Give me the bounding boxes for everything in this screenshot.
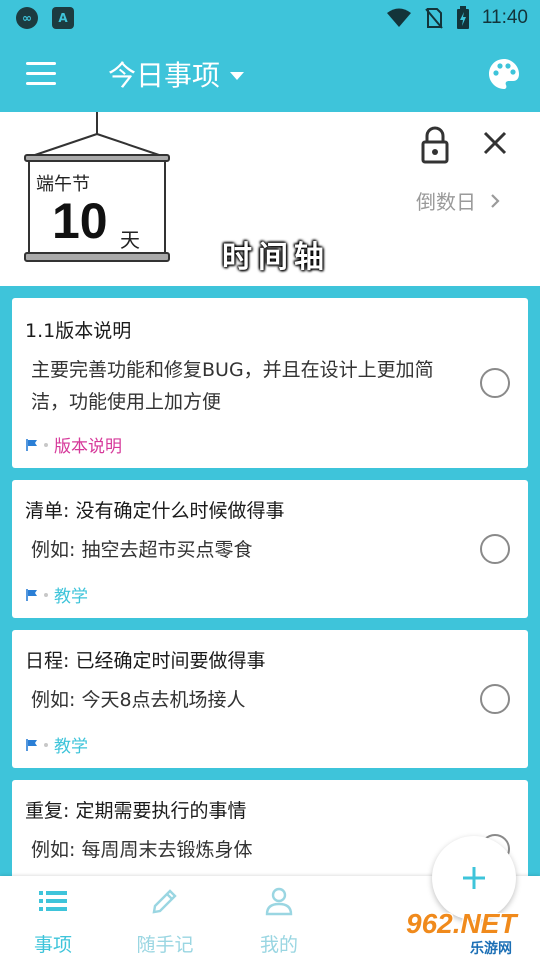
- flag-icon: [26, 438, 37, 451]
- person-icon: [265, 887, 293, 916]
- separator-dot: [44, 592, 48, 597]
- task-description: 例如: 每周周末去锻炼身体: [31, 839, 253, 861]
- task-title: 清单: 没有确定什么时候做得事: [25, 500, 285, 522]
- battery-charging-icon: [456, 6, 469, 29]
- close-icon[interactable]: [478, 126, 512, 160]
- hanging-string-icon: [31, 112, 163, 157]
- nav-label: 随手记: [136, 934, 194, 956]
- task-title: 重复: 定期需要执行的事情: [25, 800, 247, 822]
- text-app-icon: A: [52, 7, 74, 29]
- task-card[interactable]: 日程: 已经确定时间要做得事 例如: 今天8点去机场接人 教学: [12, 630, 528, 768]
- view-selector[interactable]: 今日事项: [108, 54, 245, 94]
- task-tag[interactable]: 版本说明: [26, 432, 122, 457]
- scroll-rod-top: [24, 154, 170, 162]
- watermark-logo: 962.NET 乐游网: [400, 908, 534, 957]
- task-complete-checkbox[interactable]: [480, 534, 510, 564]
- menu-button[interactable]: [26, 62, 58, 86]
- pencil-icon: [152, 889, 177, 914]
- separator-dot: [44, 442, 48, 447]
- countdown-header: 端午节 10 天 倒数日 时间轴: [0, 112, 540, 286]
- no-sim-icon: [425, 8, 443, 29]
- task-description: 例如: 抽空去超市买点零食: [31, 539, 253, 561]
- separator-dot: [44, 742, 48, 747]
- task-tag[interactable]: 教学: [26, 732, 88, 757]
- cast-icon: ∞: [16, 7, 38, 29]
- watermark-subtext: 乐游网: [470, 941, 512, 957]
- nav-tab-notes[interactable]: 随手记: [120, 886, 210, 956]
- task-card[interactable]: 1.1版本说明 主要完善功能和修复BUG，并且在设计上更加简洁，功能使用上加方便…: [12, 298, 528, 468]
- task-complete-checkbox[interactable]: [480, 368, 510, 398]
- list-icon: [39, 891, 67, 911]
- task-tag-label: 教学: [54, 587, 88, 607]
- countdown-scroll[interactable]: 端午节 10 天: [24, 112, 170, 262]
- app-bar: 今日事项: [0, 36, 540, 112]
- days-unit: 天: [120, 228, 140, 252]
- task-list[interactable]: 1.1版本说明 主要完善功能和修复BUG，并且在设计上更加简洁，功能使用上加方便…: [0, 286, 540, 876]
- days-remaining: 10: [52, 193, 108, 249]
- clock: 11:40: [481, 7, 528, 28]
- task-title: 1.1版本说明: [25, 320, 132, 342]
- countdown-link-label: 倒数日: [416, 190, 476, 214]
- timeline-label[interactable]: 时间轴: [222, 232, 330, 276]
- scroll-rod-bottom: [24, 252, 170, 262]
- palette-icon[interactable]: [486, 56, 522, 92]
- task-description: 主要完善功能和修复BUG，并且在设计上更加简洁，功能使用上加方便: [31, 359, 434, 413]
- nav-tab-tasks[interactable]: 事项: [8, 886, 98, 956]
- countdown-days-link[interactable]: 倒数日: [416, 186, 500, 215]
- task-complete-checkbox[interactable]: [480, 684, 510, 714]
- nav-label: 事项: [33, 934, 72, 956]
- lock-icon[interactable]: [418, 126, 452, 164]
- task-tag-label: 教学: [54, 737, 88, 757]
- task-description: 例如: 今天8点去机场接人: [31, 689, 246, 711]
- flag-icon: [26, 738, 37, 751]
- nav-label: 我的: [259, 934, 298, 956]
- task-card[interactable]: 清单: 没有确定什么时候做得事 例如: 抽空去超市买点零食 教学: [12, 480, 528, 618]
- task-title: 日程: 已经确定时间要做得事: [25, 650, 266, 672]
- status-bar: ∞ A 11:40: [0, 0, 540, 36]
- nav-tab-profile[interactable]: 我的: [234, 886, 324, 956]
- task-tag-label: 版本说明: [54, 437, 122, 457]
- page-title: 今日事项: [108, 59, 221, 92]
- task-tag[interactable]: 教学: [26, 582, 88, 607]
- flag-icon: [26, 588, 37, 601]
- plus-icon: [463, 867, 485, 889]
- wifi-icon: [386, 8, 411, 27]
- watermark-text: 962.NET: [406, 908, 517, 939]
- chevron-right-icon: [491, 193, 500, 208]
- caret-down-icon: [230, 72, 245, 80]
